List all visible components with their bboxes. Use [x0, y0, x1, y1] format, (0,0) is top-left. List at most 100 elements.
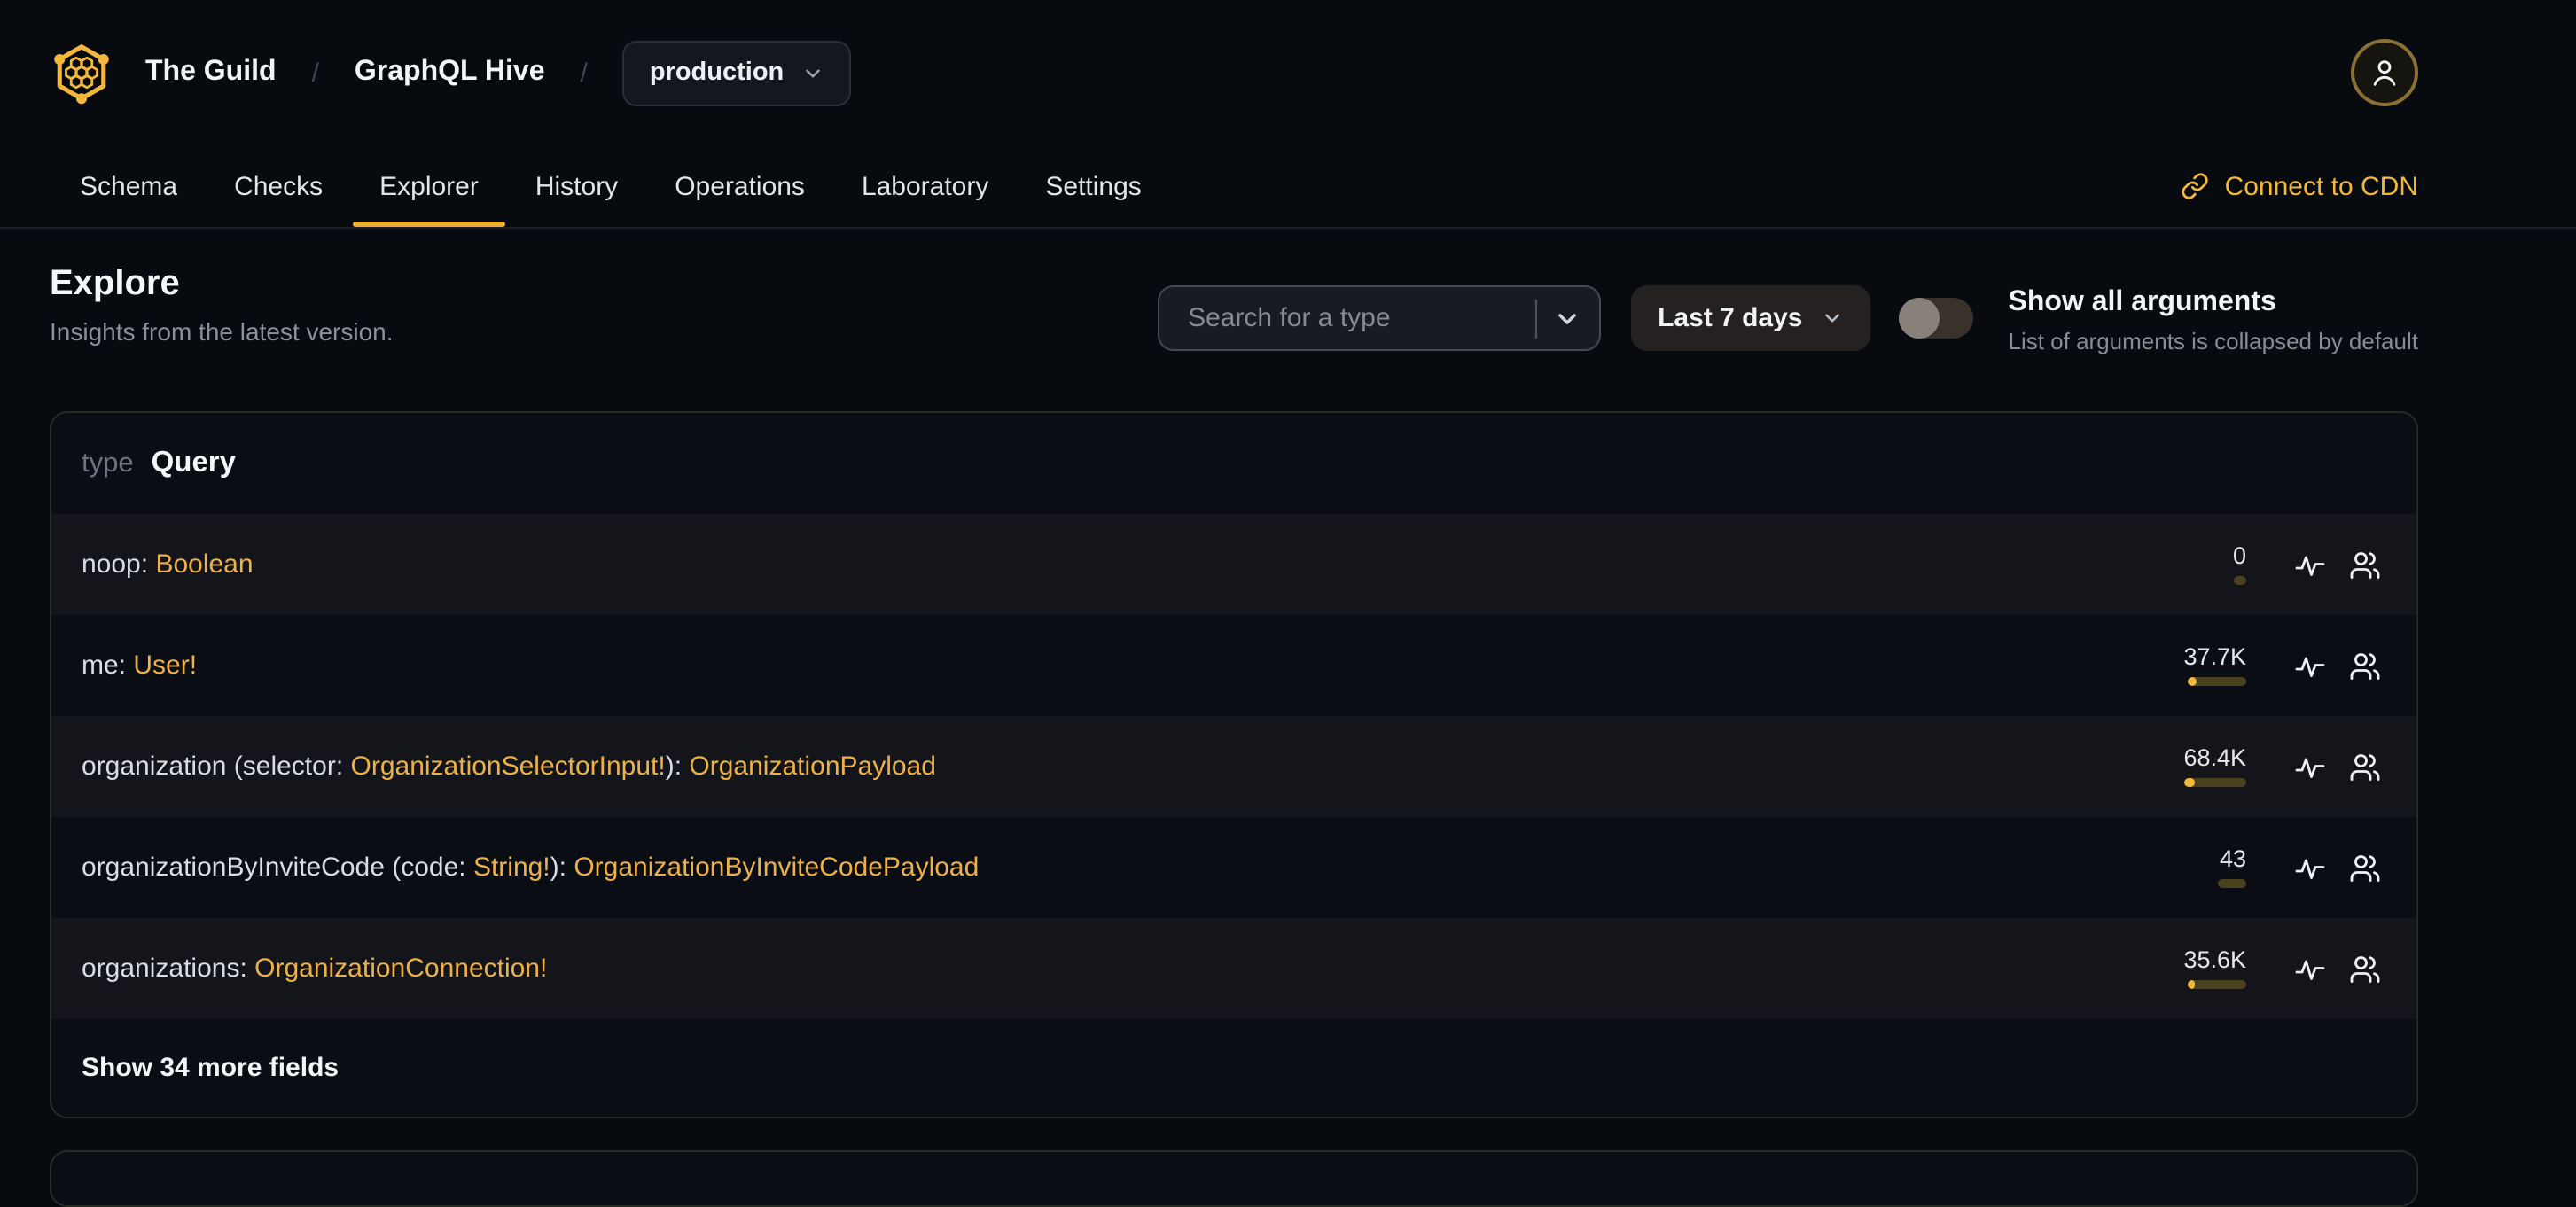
- chevron-down-icon[interactable]: [1553, 304, 1581, 332]
- row-actions: 37.7K: [2183, 642, 2381, 687]
- target-selector[interactable]: production: [622, 40, 852, 105]
- type-card: type Query noop: Boolean 0 me: User! 37.…: [50, 411, 2418, 1118]
- field-signature: me: User!: [82, 650, 197, 681]
- user-avatar[interactable]: [2351, 39, 2418, 106]
- users-icon[interactable]: [2349, 953, 2381, 985]
- field-signature: noop: Boolean: [82, 549, 254, 580]
- tab-explorer[interactable]: Explorer: [353, 145, 505, 227]
- type-card-header: type Query: [51, 413, 2416, 514]
- tab-history[interactable]: History: [509, 145, 644, 227]
- tab-settings[interactable]: Settings: [1019, 145, 1167, 227]
- field-name-text: organization (selector:: [82, 751, 351, 782]
- page-title: Explore: [50, 264, 180, 303]
- type-link[interactable]: OrganizationConnection!: [254, 954, 547, 984]
- type-link[interactable]: Boolean: [155, 549, 253, 580]
- chevron-down-icon: [1821, 307, 1844, 330]
- usage-bar: [2218, 879, 2246, 889]
- type-search-combobox[interactable]: [1158, 285, 1602, 351]
- request-count: 37.7K: [2183, 642, 2246, 670]
- show-all-arguments-toggle[interactable]: [1898, 298, 1973, 339]
- tab-schema[interactable]: Schema: [53, 145, 204, 227]
- honeycomb-logo-icon: [50, 39, 113, 106]
- user-icon: [2367, 55, 2402, 90]
- show-more-fields-button[interactable]: Show 34 more fields: [51, 1019, 2416, 1117]
- field-name-text: organizations:: [82, 954, 255, 984]
- top-bar: The Guild / GraphQL Hive / production: [0, 0, 2576, 145]
- field-name-text: ):: [550, 853, 574, 883]
- connect-to-cdn-link[interactable]: Connect to CDN: [2181, 145, 2418, 227]
- toggle-labels: Show all arguments List of arguments is …: [2009, 285, 2419, 354]
- request-metric: 37.7K: [2183, 642, 2246, 687]
- type-link[interactable]: OrganizationPayload: [689, 751, 936, 782]
- request-metric: 43: [2218, 845, 2246, 889]
- request-count: 68.4K: [2183, 744, 2246, 771]
- page-subtitle: Insights from the latest version.: [50, 317, 394, 346]
- field-name-text: ):: [665, 751, 690, 782]
- tab-operations[interactable]: Operations: [648, 145, 831, 227]
- type-link[interactable]: User!: [133, 650, 197, 681]
- tab-bar: Schema Checks Explorer History Operations Lab…: [0, 145, 2576, 229]
- field-signature: organizationByInviteCode (code: String!)…: [82, 853, 979, 883]
- toolbar: Last 7 days Show all arguments List of a…: [1158, 285, 2418, 354]
- date-range-label: Last 7 days: [1658, 303, 1803, 333]
- users-icon[interactable]: [2349, 650, 2381, 681]
- breadcrumb-project[interactable]: GraphQL Hive: [355, 57, 545, 89]
- combobox-divider: [1535, 299, 1538, 338]
- row-actions: 0: [2232, 541, 2381, 586]
- next-type-card: [50, 1150, 2418, 1207]
- request-count: 0: [2232, 541, 2246, 569]
- type-kind-label: type: [82, 448, 134, 478]
- table-row: organizationByInviteCode (code: String!)…: [51, 817, 2416, 918]
- users-icon[interactable]: [2349, 549, 2381, 580]
- type-link[interactable]: OrganizationSelectorInput!: [351, 751, 666, 782]
- search-input[interactable]: [1184, 301, 1529, 335]
- type-name[interactable]: Query: [152, 447, 236, 480]
- target-selector-label: production: [649, 58, 785, 87]
- tab-checks[interactable]: Checks: [207, 145, 349, 227]
- toggle-knob: [1898, 298, 1940, 339]
- usage-bar: [2188, 677, 2246, 687]
- usage-bar-fill: [2184, 778, 2195, 788]
- users-icon[interactable]: [2349, 852, 2381, 884]
- activity-icon[interactable]: [2294, 751, 2326, 783]
- connect-to-cdn-label: Connect to CDN: [2224, 171, 2418, 201]
- link-icon: [2181, 172, 2209, 200]
- app-window: The Guild / GraphQL Hive / production Sc…: [0, 0, 2576, 1207]
- request-metric: 0: [2232, 541, 2246, 586]
- breadcrumb-org[interactable]: The Guild: [145, 57, 277, 89]
- table-row: noop: Boolean 0: [51, 514, 2416, 615]
- title-block: Explore Insights from the latest version…: [50, 262, 394, 346]
- usage-bar: [2184, 778, 2246, 788]
- table-row: me: User! 37.7K: [51, 615, 2416, 716]
- row-actions: 68.4K: [2183, 744, 2381, 788]
- activity-icon[interactable]: [2294, 953, 2326, 985]
- usage-bar-fill: [2188, 980, 2195, 990]
- field-list: noop: Boolean 0 me: User! 37.7K organiza…: [51, 514, 2416, 1019]
- activity-icon[interactable]: [2294, 549, 2326, 580]
- usage-bar: [2188, 980, 2246, 990]
- tab-laboratory[interactable]: Laboratory: [835, 145, 1015, 227]
- date-range-selector[interactable]: Last 7 days: [1631, 285, 1870, 351]
- users-icon[interactable]: [2349, 751, 2381, 783]
- row-actions: 43: [2218, 845, 2381, 889]
- request-metric: 68.4K: [2183, 744, 2246, 788]
- breadcrumb-separator: /: [311, 58, 319, 88]
- activity-icon[interactable]: [2294, 852, 2326, 884]
- usage-bar: [2234, 576, 2246, 586]
- type-link[interactable]: String!: [473, 853, 550, 883]
- field-signature: organizations: OrganizationConnection!: [82, 954, 547, 984]
- table-row: organization (selector: OrganizationSele…: [51, 716, 2416, 817]
- toggle-label: Show all arguments: [2008, 287, 2276, 317]
- hive-logo[interactable]: [50, 39, 113, 106]
- field-name-text: noop:: [82, 549, 156, 580]
- activity-icon[interactable]: [2294, 650, 2326, 681]
- type-link[interactable]: OrganizationByInviteCodePayload: [574, 853, 979, 883]
- breadcrumb-separator: /: [580, 58, 588, 88]
- toggle-note: List of arguments is collapsed by defaul…: [2008, 328, 2419, 354]
- request-metric: 35.6K: [2183, 946, 2246, 990]
- field-signature: organization (selector: OrganizationSele…: [82, 751, 936, 782]
- request-count: 35.6K: [2183, 946, 2246, 973]
- table-row: organizations: OrganizationConnection! 3…: [51, 918, 2416, 1019]
- field-name-text: me:: [82, 650, 134, 681]
- usage-bar-fill: [2188, 677, 2197, 687]
